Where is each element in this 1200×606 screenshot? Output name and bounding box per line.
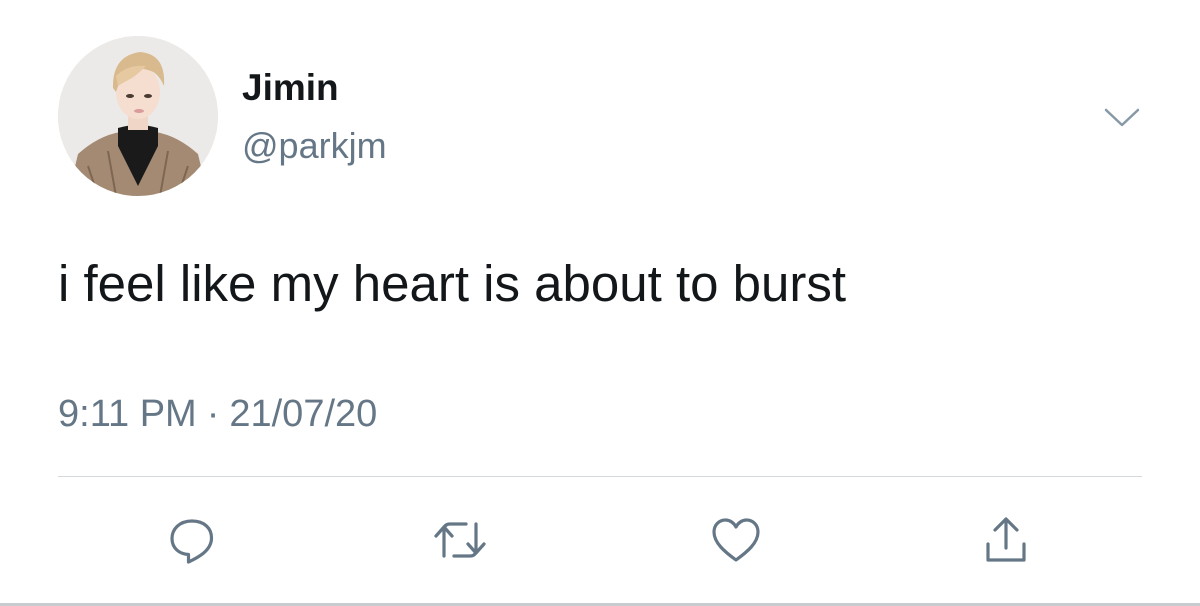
reply-button[interactable] [160, 508, 224, 572]
tweet-text: i feel like my heart is about to burst [58, 255, 847, 312]
tweet-time: 9:11 PM [58, 393, 197, 435]
tweet-date: 21/07/20 [229, 393, 378, 435]
avatar-image [58, 36, 218, 196]
meta-separator: · [206, 393, 220, 435]
speech-bubble-icon [170, 519, 214, 564]
tweet-timestamp[interactable]: 9:11 PM · 21/07/20 [58, 390, 377, 438]
share-button[interactable] [974, 508, 1038, 572]
user-handle[interactable]: @parkjm [242, 124, 387, 168]
retweet-arrows-icon [434, 522, 486, 558]
retweet-button[interactable] [428, 508, 492, 572]
divider [58, 476, 1142, 477]
display-name[interactable]: Jimin [242, 66, 339, 110]
avatar[interactable] [58, 36, 218, 196]
like-button[interactable] [704, 508, 768, 572]
heart-icon [712, 518, 760, 562]
tweet-card: Jimin @parkjm i feel like my heart is ab… [0, 0, 1200, 606]
action-bar [0, 508, 1200, 572]
share-upload-icon [986, 517, 1026, 562]
chevron-down-icon[interactable] [1100, 100, 1144, 134]
